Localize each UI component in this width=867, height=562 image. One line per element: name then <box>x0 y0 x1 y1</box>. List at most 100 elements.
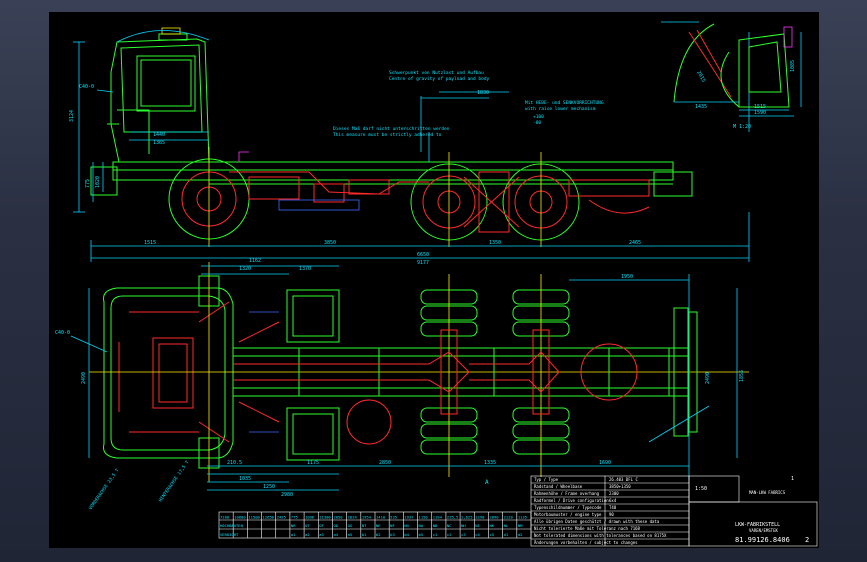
side-dim-rear-overhang: 2465 <box>629 240 641 246</box>
param-cell: c5 <box>489 532 494 537</box>
bottom-dim-4: 1175 <box>307 460 319 466</box>
title-block: Typ / Type 26.403 DFL C Radstand / Wheelba… <box>530 475 818 547</box>
title-row-label: Nicht tolerierte Maße mit Toleranz nach … <box>534 526 641 531</box>
param-cell: NK <box>489 523 494 528</box>
side-dim-cab-top-b: 1365 <box>153 140 165 146</box>
title-row-label: Rahmenhöhe / Frame overhang <box>534 491 600 496</box>
param-cell: 775 <box>291 515 298 520</box>
city: VAREN/EMSTEK <box>749 528 778 533</box>
side-dim-frame-height: 775 <box>85 179 91 188</box>
param-cell: NG <box>404 523 409 528</box>
param-cell: 2120 <box>504 515 514 520</box>
top-view: 1162 1320 1370 1950 1855 2490 2490 210.5… <box>55 258 749 511</box>
param-cell: 11500 <box>248 515 260 520</box>
cg-note-de: Schwerpunkt von Nutzlast und Aufbau <box>389 70 484 76</box>
param-cell: NB <box>433 523 438 528</box>
title-row-label: Änderungen vorbehalten / subject to chan… <box>534 540 638 545</box>
side-view: 1515 3850 1350 2465 6650 9177 3124 1440 … <box>69 27 750 266</box>
title-scale: 1:50 <box>695 486 707 492</box>
param-cell: c2 <box>447 532 452 537</box>
param-cell: d2 <box>518 532 523 537</box>
param-cell: 2425 <box>277 515 286 520</box>
title-row-label: Typ / Type <box>534 477 559 482</box>
param-cell: 1135 <box>518 515 527 520</box>
param-cell: b2 <box>376 532 381 537</box>
param-cell: b5 <box>419 532 424 537</box>
raise-value: +100 <box>533 114 544 120</box>
top-width-rear: 2490 <box>705 372 711 384</box>
title-row-label: Typenschildnummer / Typecode <box>534 505 602 510</box>
drawing-viewport[interactable]: 1515 3850 1350 2465 6650 9177 3124 1440 … <box>49 12 819 548</box>
cg-note-en: Centre of gravity of payload and body <box>389 76 490 82</box>
bottom-dim-3: 2980 <box>281 492 293 498</box>
param-cell: 1194 <box>433 515 443 520</box>
param-cell: NC <box>447 523 452 528</box>
cad-drawing[interactable]: 1515 3850 1350 2465 6650 9177 3124 1440 … <box>49 12 819 548</box>
param-cell: b1 <box>362 532 367 537</box>
param-cell: 535 <box>390 515 397 520</box>
param-cell: NT <box>362 523 367 528</box>
param-cell: 1096 <box>305 515 315 520</box>
bottom-dim-6: 1335 <box>484 460 496 466</box>
param-cell: 2050 <box>333 515 343 520</box>
param-cell: b3 <box>390 532 395 537</box>
rear-wheel-1 <box>410 152 488 247</box>
lower-value: -80 <box>533 120 541 126</box>
param-cell: d1 <box>504 532 509 537</box>
title-row-label: Radstand / Wheelbase <box>534 484 583 489</box>
top-dim-2: 1370 <box>299 266 311 272</box>
rear-wheel-2 <box>502 152 580 247</box>
side-dim-cg-offset: 1830 <box>477 90 489 96</box>
param-cell: VERDICHT <box>220 532 239 537</box>
title-row-label: Motorbaumuster / engine type <box>534 512 602 517</box>
param-cell: NF <box>390 523 395 528</box>
param-cell: OT <box>305 523 310 528</box>
side-dim-cab-top-a: 1440 <box>153 132 165 138</box>
rear-tyres-top <box>420 274 570 477</box>
dim-note-en: This measure must be strictly adhered to <box>333 132 442 138</box>
detail-dim-c: 1590 <box>754 110 766 116</box>
detail-dim-d: 1085 <box>790 60 796 72</box>
param-cell: 2290 <box>475 515 485 520</box>
side-dim-wheelbase-1: 3850 <box>324 240 336 246</box>
param-cell: c1 <box>433 532 438 537</box>
param-cell: OD <box>333 523 338 528</box>
param-cell: OF <box>319 523 324 528</box>
param-cell: NE <box>376 523 381 528</box>
param-cell: NM <box>518 523 523 528</box>
param-cell: 225,5 <box>447 515 458 520</box>
revision: 1 <box>791 476 794 482</box>
manufacturer: MAN-LKW FABRICS <box>749 490 786 495</box>
param-cell: 1410 <box>376 515 386 520</box>
param-cell: 1824 <box>348 515 358 520</box>
param-cell: a3 <box>319 532 324 537</box>
side-cab-label: C40-0 <box>79 84 94 90</box>
param-cell: c3 <box>461 532 466 537</box>
param-cell: 10800 <box>234 515 246 520</box>
bottom-dim-1: 1035 <box>239 476 251 482</box>
param-cell: NH <box>461 523 466 528</box>
param-cell: 1954 <box>362 515 372 520</box>
param-cell: c4 <box>475 532 480 537</box>
dim-note-de: Dieses Maß darf nicht unterschritten wer… <box>333 126 450 132</box>
sheet-number: 2 <box>805 536 809 544</box>
param-cell: NR <box>291 523 296 528</box>
side-dim-total-length: 9177 <box>417 260 429 266</box>
param-cell: a4 <box>333 532 338 537</box>
top-dim-0: 1162 <box>249 258 261 264</box>
side-dimensions <box>73 32 750 262</box>
param-cell: 12650 <box>263 515 275 520</box>
rear-axle-load: HINTERACHSE 17,5 T <box>158 460 191 504</box>
title-row-value: 2300 <box>609 491 619 496</box>
front-axle-load: VORDERACHSE 23,5 T <box>88 468 121 512</box>
title-row-value: T48 <box>609 505 617 510</box>
detail-scale: M 1:20 <box>733 124 751 130</box>
detail-dim-a: 1435 <box>695 104 707 110</box>
param-cell: 2090 <box>489 515 499 520</box>
bottom-dim-0: 210.5 <box>227 460 242 466</box>
title-row-value: 26.403 DFL C <box>609 477 638 482</box>
bottom-dim-7: 1690 <box>599 460 611 466</box>
side-dim-wheelbase-2: 1350 <box>489 240 501 246</box>
title-row-label: Radformel / Drive configuration <box>534 498 609 503</box>
top-dim-1: 1320 <box>239 266 251 272</box>
